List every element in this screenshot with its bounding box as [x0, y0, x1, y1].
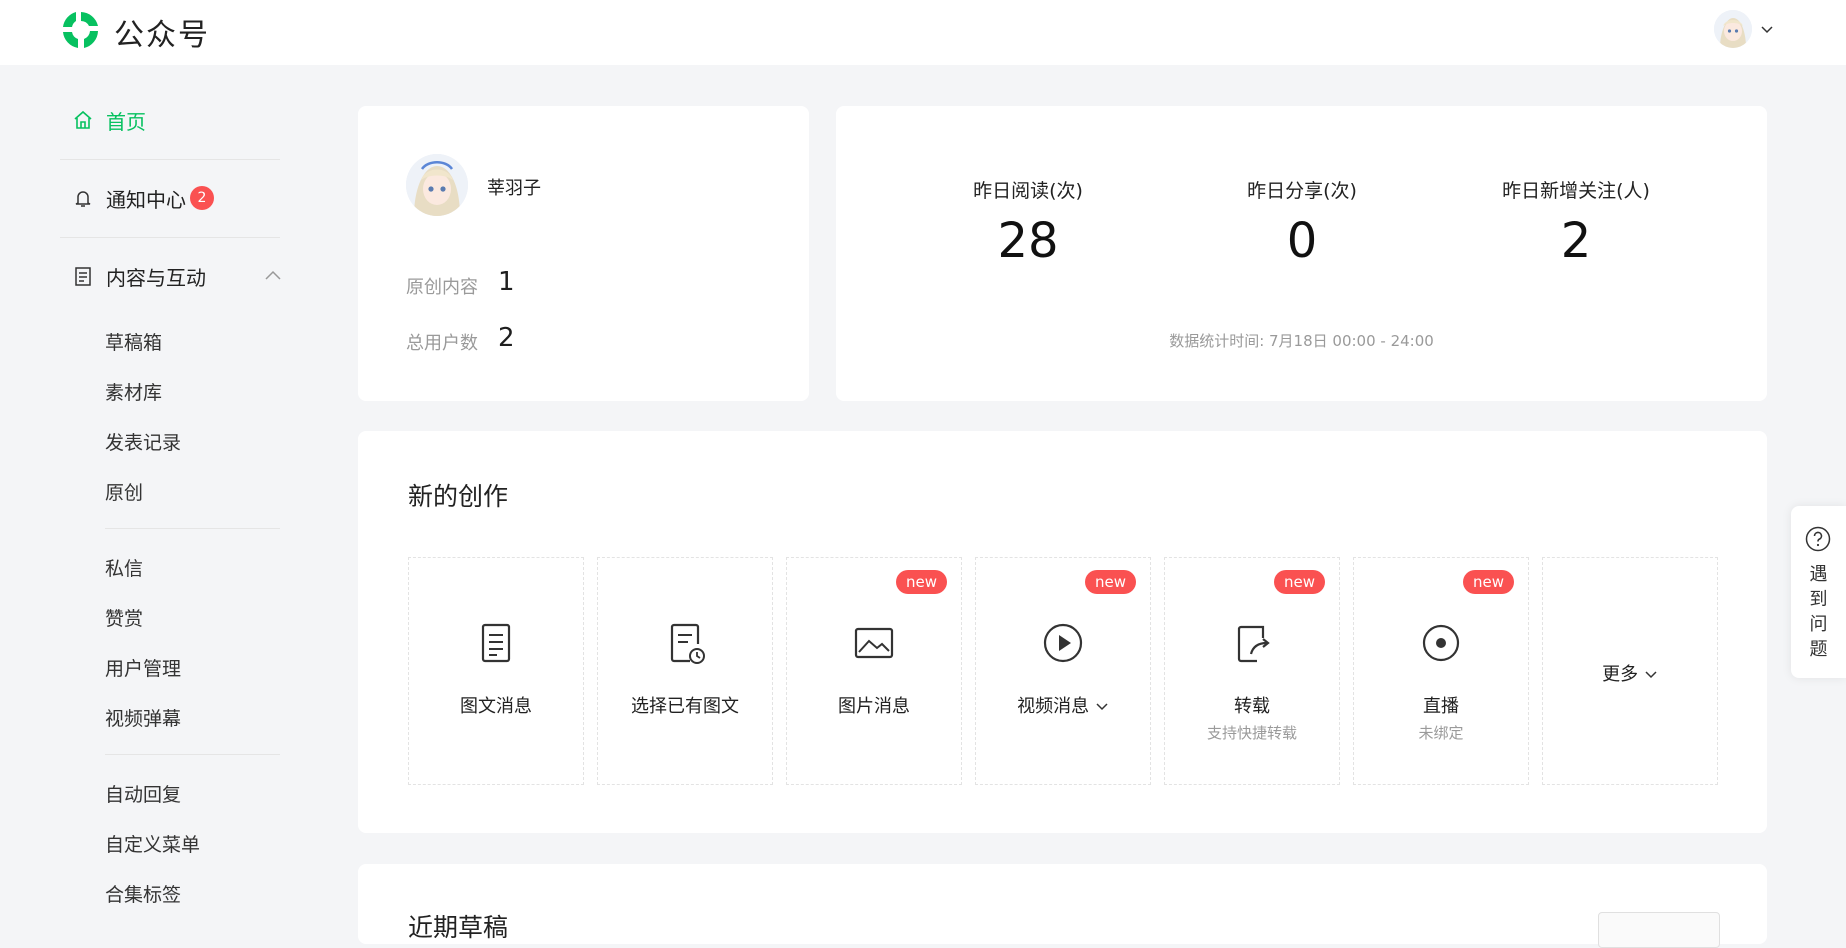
help-char: 题 [1809, 639, 1828, 660]
sidebar-item-auto-reply[interactable]: 自动回复 [105, 780, 181, 807]
create-live-tile[interactable]: new 直播 未绑定 [1353, 557, 1529, 785]
chevron-down-icon[interactable] [1095, 702, 1109, 712]
help-char: 遇 [1809, 564, 1828, 585]
stat-label: 昨日阅读(次) [973, 180, 1083, 202]
divider [60, 159, 280, 160]
select-existing-article-tile[interactable]: 选择已有图文 [597, 557, 773, 785]
stat-label: 昨日分享(次) [1247, 180, 1357, 202]
tile-label: 图片消息 [838, 696, 910, 717]
help-label: 遇 到 问 题 [1791, 562, 1846, 662]
top-bar: 公众号 [0, 0, 1846, 65]
original-content-value: 1 [498, 267, 515, 297]
more-button[interactable]: 更多 [1543, 660, 1717, 686]
stat-value: 2 [1560, 213, 1592, 269]
notification-badge: 2 [190, 186, 214, 210]
sidebar-item-custom-menu[interactable]: 自定义菜单 [105, 830, 200, 857]
new-badge: new [895, 570, 947, 594]
bell-icon [72, 187, 94, 209]
sidebar-item-user-management[interactable]: 用户管理 [105, 654, 181, 681]
section-title: 新的创作 [408, 482, 509, 511]
more-label: 更多 [1602, 664, 1639, 685]
new-badge: new [1084, 570, 1136, 594]
profile-card: 莘羽子 原创内容 1 总用户数 2 [358, 106, 809, 401]
wechat-mp-logo-icon[interactable] [60, 9, 102, 51]
chevron-down-icon[interactable] [1760, 22, 1774, 36]
help-char: 问 [1809, 614, 1828, 635]
tile-label: 选择已有图文 [631, 696, 739, 717]
existing-article-icon [670, 623, 705, 664]
image-icon [854, 627, 894, 659]
section-title: 近期草稿 [408, 913, 509, 942]
sidebar-item-drafts[interactable]: 草稿箱 [105, 328, 162, 355]
tile-label: 图文消息 [460, 696, 532, 717]
create-image-tile[interactable]: new 图片消息 [786, 557, 962, 785]
play-icon [1043, 623, 1083, 663]
chevron-down-icon [1645, 671, 1657, 679]
help-button[interactable]: 遇 到 问 题 [1791, 506, 1846, 678]
tile-label: 转载 [1234, 696, 1270, 717]
stat-shares: 昨日分享(次) 0 [1192, 176, 1412, 269]
live-icon [1422, 624, 1460, 662]
sidebar-item-video-danmaku[interactable]: 视频弹幕 [105, 704, 181, 731]
original-content-label: 原创内容 [406, 277, 478, 298]
tile-sublabel: 未绑定 [1418, 724, 1464, 742]
tile-sublabel: 支持快捷转载 [1206, 724, 1297, 742]
drafts-action-button[interactable] [1598, 912, 1720, 948]
avatar[interactable] [406, 154, 468, 216]
more-tile[interactable]: 更多 [1542, 557, 1718, 785]
stat-value: 28 [997, 213, 1059, 269]
sidebar-item-messages[interactable]: 私信 [105, 554, 143, 581]
sidebar-item-original[interactable]: 原创 [105, 478, 143, 505]
new-badge: new [1273, 570, 1325, 594]
sidebar-item-materials[interactable]: 素材库 [105, 378, 162, 405]
home-icon [72, 109, 94, 131]
stat-value: 0 [1286, 213, 1318, 269]
tile-label: 直播 [1423, 696, 1459, 717]
total-users-label: 总用户数 [406, 333, 478, 354]
question-icon [1805, 526, 1831, 552]
stat-label: 昨日新增关注(人) [1502, 180, 1650, 202]
divider [105, 754, 280, 755]
new-creation-card: 新的创作 图文消息 选择已有图文 new 图片消息 new 视频消息 new 转… [358, 431, 1767, 833]
sidebar-item-notifications[interactable]: 通知中心 2 [72, 178, 214, 218]
account-name: 莘羽子 [487, 178, 541, 199]
recent-drafts-card: 近期草稿 [358, 864, 1767, 948]
create-article-tile[interactable]: 图文消息 [408, 557, 584, 785]
stat-reads: 昨日阅读(次) 28 [918, 176, 1138, 269]
tile-label: 视频消息 [976, 692, 1150, 718]
help-char: 到 [1809, 589, 1828, 610]
chevron-up-icon[interactable] [264, 269, 282, 281]
tile-label-text: 视频消息 [1017, 696, 1090, 717]
total-users-value: 2 [498, 323, 515, 353]
sidebar-item-publish-history[interactable]: 发表记录 [105, 428, 181, 455]
create-video-tile[interactable]: new 视频消息 [975, 557, 1151, 785]
new-badge: new [1462, 570, 1514, 594]
stat-new-followers: 昨日新增关注(人) 2 [1466, 176, 1686, 269]
user-avatar[interactable] [1714, 10, 1752, 48]
divider [105, 528, 280, 529]
divider [60, 237, 280, 238]
stats-card: 昨日阅读(次) 28 昨日分享(次) 0 昨日新增关注(人) 2 数据统计时间:… [836, 106, 1767, 401]
create-repost-tile[interactable]: new 转载 支持快捷转载 [1164, 557, 1340, 785]
sidebar-item-rewards[interactable]: 赞赏 [105, 604, 143, 631]
sidebar-item-content[interactable]: 内容与互动 [72, 256, 282, 296]
sidebar-item-label: 通知中心 [106, 187, 186, 212]
stats-time-note: 数据统计时间: 7月18日 00:00 - 24:00 [1169, 332, 1434, 350]
article-icon [481, 623, 511, 663]
sidebar-item-collection-tags[interactable]: 合集标签 [105, 880, 181, 907]
sidebar-item-label: 内容与互动 [106, 265, 206, 290]
app-title: 公众号 [114, 18, 210, 53]
sidebar-item-label: 首页 [106, 109, 146, 134]
sidebar-item-home[interactable]: 首页 [72, 100, 146, 140]
repost-icon [1237, 625, 1270, 663]
document-icon [72, 265, 94, 287]
